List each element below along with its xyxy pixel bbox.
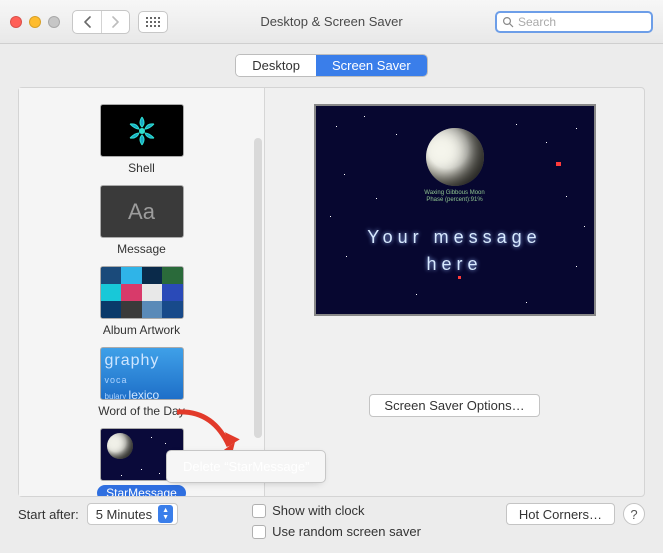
- show-all-button[interactable]: [138, 11, 168, 33]
- zoom-window-button[interactable]: [48, 16, 60, 28]
- preview-moon-text: Waxing Gibbous Moon Phase (percent):91%: [316, 190, 594, 204]
- fractal-icon: [117, 111, 167, 151]
- screensaver-list[interactable]: Shell Aa Message Album Artwork graphy vo…: [19, 88, 265, 496]
- start-after-value: 5 Minutes: [96, 507, 152, 522]
- tab-segmented: Desktop Screen Saver: [235, 54, 427, 77]
- screen-saver-options-button[interactable]: Screen Saver Options…: [369, 394, 539, 417]
- preview-image: Waxing Gibbous Moon Phase (percent):91% …: [314, 104, 596, 316]
- show-with-clock-label: Show with clock: [272, 503, 364, 518]
- list-item-album-artwork[interactable]: [100, 266, 184, 319]
- checkbox-icon: [252, 525, 266, 539]
- search-field[interactable]: [495, 11, 653, 33]
- checkbox-icon: [252, 504, 266, 518]
- grid-icon: [146, 17, 160, 27]
- show-with-clock-checkbox[interactable]: Show with clock: [252, 503, 421, 518]
- list-label-message: Message: [117, 242, 166, 256]
- list-label-starmessage: StarMessage: [97, 485, 186, 496]
- nav-back-forward: [72, 10, 130, 34]
- tab-screen-saver[interactable]: Screen Saver: [316, 55, 427, 76]
- list-label-album: Album Artwork: [103, 323, 180, 337]
- tab-desktop[interactable]: Desktop: [236, 55, 316, 76]
- minimize-window-button[interactable]: [29, 16, 41, 28]
- forward-button[interactable]: [101, 11, 129, 33]
- list-item-shell[interactable]: [100, 104, 184, 157]
- list-item-message[interactable]: Aa: [100, 185, 184, 238]
- close-window-button[interactable]: [10, 16, 22, 28]
- stepper-arrows-icon: ▲▼: [158, 505, 173, 523]
- scrollbar[interactable]: [254, 138, 262, 438]
- hot-corners-button[interactable]: Hot Corners…: [506, 503, 615, 525]
- use-random-label: Use random screen saver: [272, 524, 421, 539]
- list-item-word-of-the-day[interactable]: graphy voca bulary lexico: [100, 347, 184, 400]
- search-input[interactable]: [518, 15, 646, 29]
- start-after-select[interactable]: 5 Minutes ▲▼: [87, 503, 178, 525]
- use-random-checkbox[interactable]: Use random screen saver: [252, 524, 421, 539]
- footer: Start after: 5 Minutes ▲▼ Show with cloc…: [0, 497, 663, 553]
- window-controls: [10, 16, 60, 28]
- list-label-word: Word of the Day: [98, 404, 184, 418]
- list-label-shell: Shell: [128, 161, 155, 175]
- titlebar: Desktop & Screen Saver: [0, 0, 663, 44]
- preview-pane: Waxing Gibbous Moon Phase (percent):91% …: [265, 88, 644, 496]
- back-button[interactable]: [73, 11, 101, 33]
- start-after-label: Start after:: [18, 507, 79, 522]
- search-icon: [502, 16, 514, 28]
- content-panel: Shell Aa Message Album Artwork graphy vo…: [18, 87, 645, 497]
- help-button[interactable]: ?: [623, 503, 645, 525]
- tab-bar: Desktop Screen Saver: [0, 44, 663, 87]
- preview-moon-icon: [426, 128, 484, 186]
- context-menu-delete[interactable]: Delete “StarMessage”: [170, 453, 322, 480]
- preview-message-text: Your message here: [316, 224, 594, 278]
